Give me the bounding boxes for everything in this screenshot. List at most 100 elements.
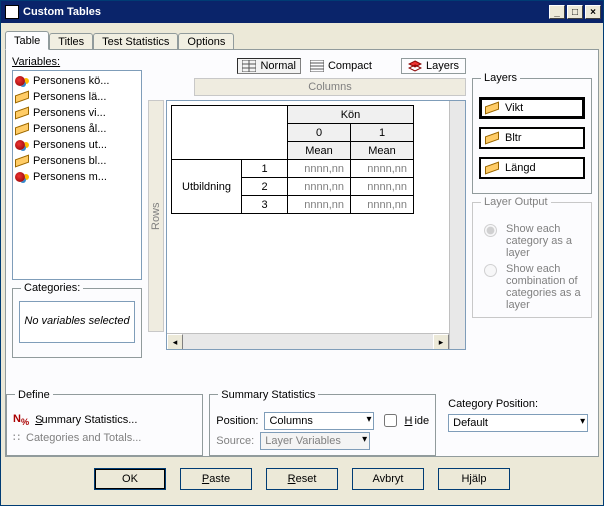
variables-list[interactable]: Personens kö... Personens lä... Personen… — [12, 70, 142, 280]
scale-icon — [485, 131, 499, 144]
category-position-group: Category Position: Default — [442, 394, 598, 456]
horizontal-scrollbar[interactable]: ◂ ▸ — [167, 333, 449, 349]
dialog-window: Custom Tables _ □ × Table Titles Test St… — [0, 0, 604, 506]
close-button[interactable]: × — [585, 5, 601, 19]
hide-check-input[interactable] — [384, 414, 397, 427]
minimize-button[interactable]: _ — [549, 5, 565, 19]
stat-header: Mean — [351, 142, 414, 160]
data-cell: nnnn,nn — [288, 160, 351, 178]
radio-each-category — [484, 224, 497, 237]
layers-toggle-button[interactable]: Layers — [401, 58, 466, 74]
row-cat[interactable]: 3 — [242, 196, 288, 214]
variable-item[interactable]: Personens ål... — [15, 121, 139, 137]
row-var-header[interactable]: Utbildning — [172, 160, 242, 214]
tab-options[interactable]: Options — [178, 33, 234, 50]
layer-item[interactable]: Bltr — [479, 127, 585, 149]
view-compact-button[interactable]: Compact — [305, 58, 377, 74]
variable-label: Personens vi... — [33, 107, 106, 119]
titlebar: Custom Tables _ □ × — [1, 1, 603, 23]
scale-icon — [15, 154, 29, 167]
categories-empty: No variables selected — [24, 315, 129, 328]
layer-output-group: Layer Output Show each category as a lay… — [472, 202, 592, 318]
variable-item[interactable]: Personens m... — [15, 169, 139, 185]
col-cat-1[interactable]: 1 — [351, 124, 414, 142]
layers-icon — [408, 60, 422, 72]
position-combo[interactable]: Columns — [264, 412, 374, 430]
hide-checkbox[interactable]: Hide — [380, 411, 429, 430]
variable-item[interactable]: Personens vi... — [15, 105, 139, 121]
variable-item[interactable]: Personens kö... — [15, 73, 139, 89]
dialog-buttons: OK Paste Reset Avbryt Hjälp — [9, 465, 595, 493]
compact-icon — [310, 60, 324, 72]
define-label: Define — [15, 389, 53, 401]
data-cell: nnnn,nn — [351, 178, 414, 196]
scale-icon — [15, 122, 29, 135]
layer-output-label: Layer Output — [481, 196, 551, 208]
categories-list: No variables selected — [19, 301, 135, 343]
define-group: Define N% Summary Statistics... ∷ Catego… — [6, 394, 203, 456]
layer-item[interactable]: Vikt — [479, 97, 585, 119]
summary-statistics-label: Summary Statistics — [218, 389, 318, 401]
scroll-left-button[interactable]: ◂ — [167, 334, 183, 350]
scale-icon — [485, 101, 499, 114]
view-compact-label: Compact — [328, 60, 372, 72]
variable-label: Personens lä... — [33, 91, 106, 103]
maximize-button[interactable]: □ — [567, 5, 583, 19]
nominal-icon — [15, 76, 25, 86]
variable-item[interactable]: Personens ut... — [15, 137, 139, 153]
preview-table: Kön 0 1 Mean Mean — [171, 105, 414, 214]
variable-item[interactable]: Personens lä... — [15, 89, 139, 105]
app-icon — [5, 5, 19, 19]
cancel-button[interactable]: Avbryt — [352, 468, 424, 490]
preview-canvas[interactable]: Kön 0 1 Mean Mean — [166, 100, 466, 350]
category-position-label: Category Position: — [448, 398, 592, 410]
category-position-combo[interactable]: Default — [448, 414, 588, 432]
position-label: Position: — [216, 415, 258, 427]
layers-toggle-label: Layers — [426, 60, 459, 72]
preview-area: Columns Rows Kön 0 1 — [148, 78, 466, 350]
stub-corner — [172, 106, 288, 160]
row-cat[interactable]: 1 — [242, 160, 288, 178]
scale-icon — [15, 90, 29, 103]
layer-output-opt1: Show each category as a layer — [479, 223, 585, 259]
data-cell: nnnn,nn — [351, 196, 414, 214]
variable-label: Personens ut... — [33, 139, 107, 151]
table-icon — [242, 60, 256, 72]
nominal-icon — [15, 172, 25, 182]
data-cell: nnnn,nn — [351, 160, 414, 178]
summary-statistics-link[interactable]: N% Summary Statistics... — [13, 413, 196, 427]
variables-label: Variables: — [12, 56, 142, 68]
variable-item[interactable]: Personens bl... — [15, 153, 139, 169]
scale-icon — [15, 106, 29, 119]
help-button[interactable]: Hjälp — [438, 468, 510, 490]
categories-label: Categories: — [21, 282, 83, 294]
nominal-icon — [15, 140, 25, 150]
category-position-value: Default — [453, 417, 488, 429]
tab-test-statistics[interactable]: Test Statistics — [93, 33, 178, 50]
variable-label: Personens kö... — [33, 75, 109, 87]
col-cat-0[interactable]: 0 — [288, 124, 351, 142]
tab-titles[interactable]: Titles — [49, 33, 93, 50]
scroll-right-button[interactable]: ▸ — [433, 334, 449, 350]
view-normal-button[interactable]: Normal — [237, 58, 300, 74]
source-value: Layer Variables — [265, 435, 341, 447]
layer-item[interactable]: Längd — [479, 157, 585, 179]
scale-icon — [485, 161, 499, 174]
categories-totals-link: ∷ Categories and Totals... — [13, 431, 196, 444]
ok-button[interactable]: OK — [94, 468, 166, 490]
summary-statistics-group: Summary Statistics Position: Columns Hid… — [209, 394, 436, 456]
col-var-header[interactable]: Kön — [288, 106, 414, 124]
paste-button[interactable]: Paste — [180, 468, 252, 490]
row-cat[interactable]: 2 — [242, 178, 288, 196]
layer-label: Vikt — [505, 102, 523, 114]
rows-drop-label[interactable]: Rows — [148, 100, 164, 332]
vertical-scrollbar[interactable] — [449, 101, 465, 349]
radio-each-combination — [484, 264, 497, 277]
categories-totals-text: Categories and Totals... — [26, 432, 141, 444]
variable-label: Personens bl... — [33, 155, 106, 167]
reset-button[interactable]: Reset — [266, 468, 338, 490]
columns-drop-label[interactable]: Columns — [194, 78, 466, 96]
layers-group: Layers Vikt Bltr Längd — [472, 78, 592, 194]
data-cell: nnnn,nn — [288, 196, 351, 214]
tab-table[interactable]: Table — [5, 31, 49, 50]
